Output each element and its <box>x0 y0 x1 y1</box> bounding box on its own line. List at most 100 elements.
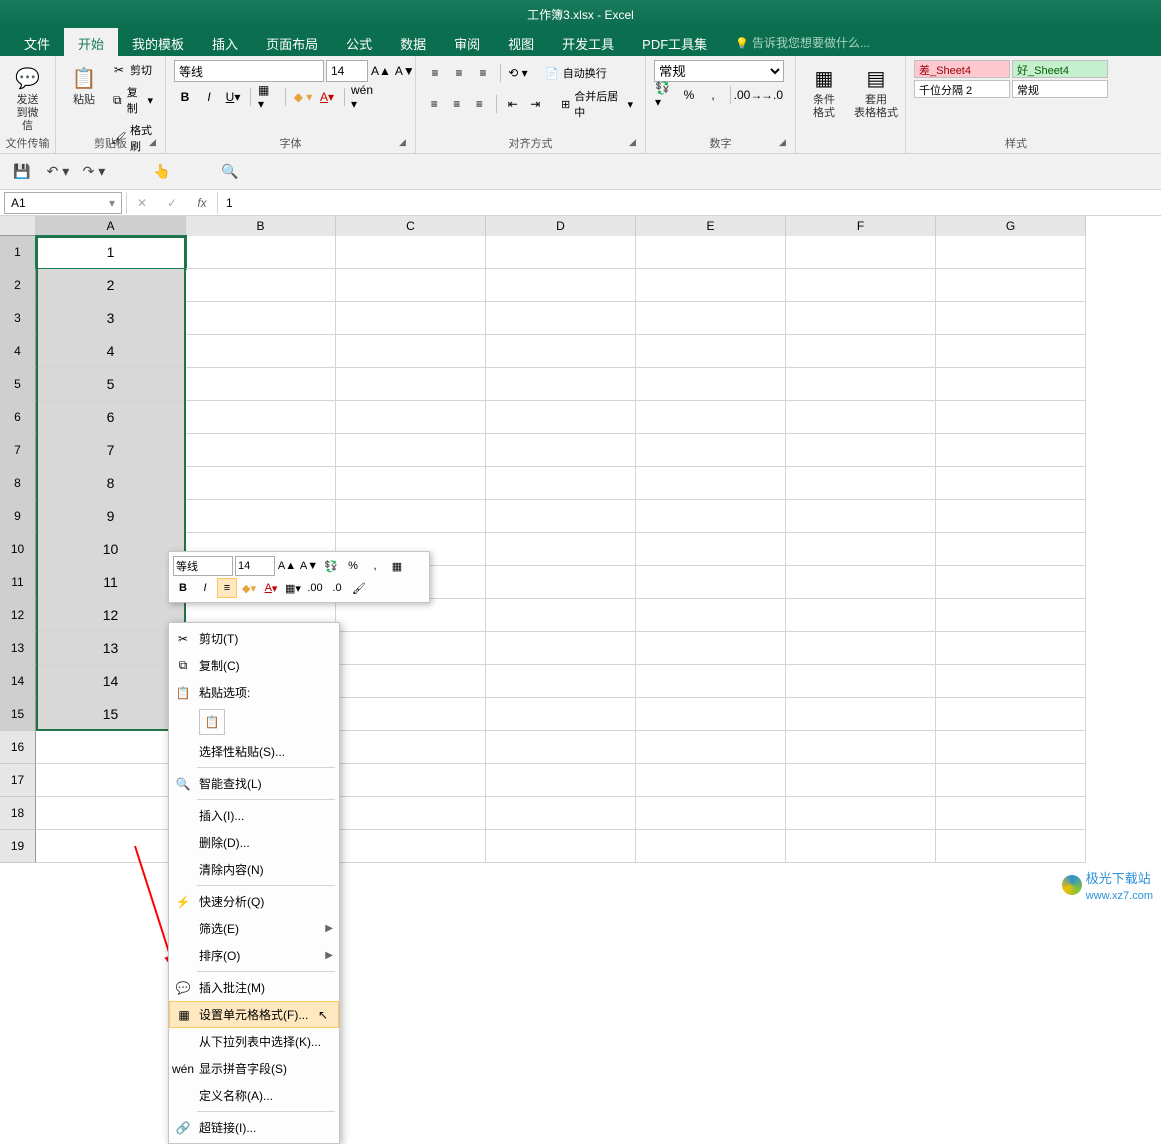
cell[interactable] <box>336 665 486 698</box>
style-thousand[interactable]: 千位分隔 2 <box>914 80 1010 98</box>
cell[interactable] <box>786 632 936 665</box>
cell[interactable] <box>486 632 636 665</box>
cell[interactable] <box>636 236 786 269</box>
tab-layout[interactable]: 页面布局 <box>252 28 332 56</box>
cell[interactable] <box>936 434 1086 467</box>
row-header[interactable]: 9 <box>0 500 36 533</box>
col-header-F[interactable]: F <box>786 216 936 236</box>
cell[interactable] <box>936 797 1086 830</box>
cancel-formula-button[interactable]: ✕ <box>127 192 157 214</box>
mini-shrink-font[interactable]: A▼ <box>299 556 319 576</box>
worksheet-grid[interactable]: A B C D E F G 11223344556677889910101111… <box>0 216 1161 906</box>
cell[interactable] <box>486 500 636 533</box>
cell[interactable] <box>786 500 936 533</box>
cell[interactable] <box>486 698 636 731</box>
align-launcher[interactable]: ◢ <box>629 137 643 151</box>
cell[interactable] <box>786 533 936 566</box>
align-middle-button[interactable]: ≡ <box>448 62 470 84</box>
ctx-dropdown-pick[interactable]: 从下拉列表中选择(K)... <box>169 1028 339 1055</box>
cell[interactable] <box>936 566 1086 599</box>
accept-formula-button[interactable]: ✓ <box>157 192 187 214</box>
cell[interactable] <box>936 236 1086 269</box>
cell[interactable] <box>486 236 636 269</box>
style-normal[interactable]: 常规 <box>1012 80 1108 98</box>
mini-format-painter[interactable]: ▦ <box>387 556 407 576</box>
cell[interactable] <box>786 599 936 632</box>
cell[interactable] <box>36 731 186 764</box>
cell[interactable] <box>636 665 786 698</box>
cell[interactable] <box>336 632 486 665</box>
cell[interactable] <box>36 764 186 797</box>
cell[interactable] <box>636 533 786 566</box>
cell[interactable] <box>336 236 486 269</box>
font-color-button[interactable]: A ▾ <box>316 86 338 108</box>
cell[interactable] <box>336 797 486 830</box>
tab-pdf[interactable]: PDF工具集 <box>628 28 721 56</box>
cell[interactable] <box>336 599 486 632</box>
cell[interactable] <box>186 302 336 335</box>
col-header-G[interactable]: G <box>936 216 1086 236</box>
row-header[interactable]: 17 <box>0 764 36 797</box>
row-header[interactable]: 8 <box>0 467 36 500</box>
cell[interactable] <box>936 533 1086 566</box>
italic-button[interactable]: I <box>198 86 220 108</box>
cell[interactable] <box>636 797 786 830</box>
cell[interactable] <box>636 269 786 302</box>
cell[interactable] <box>786 401 936 434</box>
tab-review[interactable]: 审阅 <box>440 28 494 56</box>
font-size-select[interactable] <box>326 60 368 82</box>
col-header-E[interactable]: E <box>636 216 786 236</box>
mini-comma[interactable]: , <box>365 556 385 576</box>
touch-mode-button[interactable]: 👆 <box>150 160 174 184</box>
orientation-button[interactable]: ⟲ ▾ <box>507 62 529 84</box>
row-header[interactable]: 14 <box>0 665 36 698</box>
cell[interactable] <box>186 401 336 434</box>
cell[interactable] <box>336 764 486 797</box>
cell[interactable] <box>786 764 936 797</box>
cell[interactable] <box>186 467 336 500</box>
clipboard-launcher[interactable]: ◢ <box>149 137 163 151</box>
cell[interactable] <box>186 269 336 302</box>
print-preview-button[interactable]: 🔍 <box>218 160 242 184</box>
mini-size-select[interactable] <box>235 556 275 576</box>
fill-color-button[interactable]: ◆ ▾ <box>292 86 314 108</box>
indent-dec-button[interactable]: ⇤ <box>503 93 524 115</box>
cell[interactable]: 7 <box>36 434 186 467</box>
mini-center[interactable]: ≡ <box>217 578 237 598</box>
conditional-format-button[interactable]: ▦ 条件格式 <box>804 60 844 149</box>
cell[interactable] <box>336 401 486 434</box>
row-header[interactable]: 10 <box>0 533 36 566</box>
number-launcher[interactable]: ◢ <box>779 137 793 151</box>
mini-brush[interactable]: 🖌 <box>349 578 369 598</box>
ctx-copy[interactable]: ⧉复制(C) <box>169 652 339 679</box>
wrap-text-button[interactable]: 📄 自动换行 <box>541 63 611 83</box>
tab-file[interactable]: 文件 <box>10 28 64 56</box>
style-good[interactable]: 好_Sheet4 <box>1012 60 1108 78</box>
merge-center-button[interactable]: ⊞ 合并后居中 ▾ <box>557 86 637 122</box>
cell[interactable] <box>936 764 1086 797</box>
cell[interactable] <box>336 830 486 863</box>
comma-button[interactable]: , <box>702 84 724 106</box>
select-all-corner[interactable] <box>0 216 36 236</box>
cell[interactable]: 6 <box>36 401 186 434</box>
currency-button[interactable]: 💱 ▾ <box>654 84 676 106</box>
mini-inc-decimal[interactable]: .00 <box>305 578 325 598</box>
cell[interactable] <box>486 665 636 698</box>
ctx-delete[interactable]: 删除(D)... <box>169 829 339 856</box>
grow-font-button[interactable]: A▲ <box>370 60 392 82</box>
cell[interactable] <box>486 368 636 401</box>
row-header[interactable]: 2 <box>0 269 36 302</box>
tab-template[interactable]: 我的模板 <box>118 28 198 56</box>
cell[interactable] <box>786 731 936 764</box>
cell[interactable] <box>486 764 636 797</box>
mini-font-color[interactable]: A▾ <box>261 578 281 598</box>
cell[interactable] <box>936 467 1086 500</box>
cell[interactable] <box>786 566 936 599</box>
ctx-format-cells[interactable]: ▦设置单元格格式(F)...↖ <box>169 1001 339 1028</box>
tab-dev[interactable]: 开发工具 <box>548 28 628 56</box>
shrink-font-button[interactable]: A▼ <box>394 60 416 82</box>
dec-decimal-button[interactable]: →.0 <box>761 84 783 106</box>
align-right-button[interactable]: ≡ <box>469 93 490 115</box>
row-header[interactable]: 16 <box>0 731 36 764</box>
cell[interactable] <box>336 698 486 731</box>
